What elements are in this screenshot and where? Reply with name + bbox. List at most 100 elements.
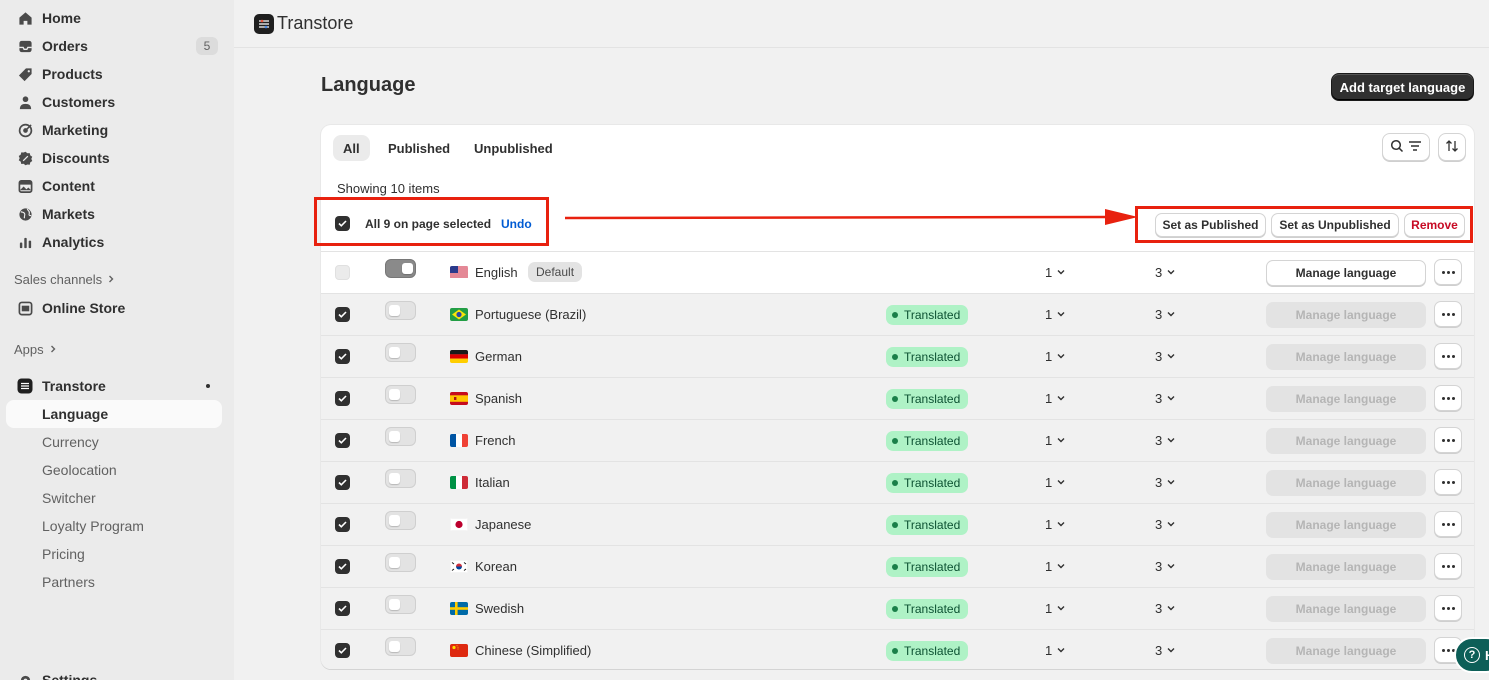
column-2-dropdown[interactable]: 3 bbox=[1155, 265, 1176, 280]
publish-toggle[interactable] bbox=[385, 511, 416, 530]
nav-customers[interactable]: Customers bbox=[6, 88, 222, 116]
showing-count: Showing 10 items bbox=[337, 181, 440, 196]
column-1-dropdown[interactable]: 1 bbox=[1045, 349, 1066, 364]
sort-button[interactable] bbox=[1438, 133, 1466, 161]
nav-online-store[interactable]: Online Store bbox=[6, 294, 222, 322]
nav-marketing[interactable]: Marketing bbox=[6, 116, 222, 144]
inbox-icon bbox=[16, 37, 34, 55]
column-1-dropdown[interactable]: 1 bbox=[1045, 517, 1066, 532]
more-actions-button[interactable] bbox=[1434, 343, 1462, 369]
table-row-spanish: Spanish Translated 1 3 Manage language bbox=[321, 377, 1474, 419]
column-2-dropdown[interactable]: 3 bbox=[1155, 517, 1176, 532]
more-actions-button[interactable] bbox=[1434, 427, 1462, 453]
target-icon bbox=[16, 121, 34, 139]
publish-toggle[interactable] bbox=[385, 553, 416, 572]
column-2-dropdown[interactable]: 3 bbox=[1155, 559, 1176, 574]
publish-toggle[interactable] bbox=[385, 385, 416, 404]
translated-badge: Translated bbox=[886, 515, 969, 535]
nav-label: Products bbox=[42, 66, 103, 82]
column-1-dropdown[interactable]: 1 bbox=[1045, 475, 1066, 490]
publish-toggle[interactable] bbox=[385, 427, 416, 446]
sub-nav-pricing[interactable]: Pricing bbox=[6, 540, 222, 568]
more-actions-button[interactable] bbox=[1434, 469, 1462, 495]
row-checkbox[interactable] bbox=[335, 349, 350, 364]
nav-content[interactable]: Content bbox=[6, 172, 222, 200]
publish-toggle[interactable] bbox=[385, 595, 416, 614]
table-row-chinese-simplified: Chinese (Simplified) Translated 1 3 Mana… bbox=[321, 629, 1474, 669]
help-chat-button[interactable]: ? H bbox=[1454, 637, 1489, 673]
more-actions-button[interactable] bbox=[1434, 553, 1462, 579]
nav-home[interactable]: Home bbox=[6, 4, 222, 32]
apps-section[interactable]: Apps bbox=[14, 342, 58, 357]
dropdown-value: 3 bbox=[1155, 559, 1163, 574]
tab-all[interactable]: All bbox=[333, 135, 370, 161]
publish-toggle[interactable] bbox=[385, 637, 416, 656]
nav-app-transtore[interactable]: Transtore bbox=[6, 372, 222, 400]
chevron-down-icon bbox=[1056, 349, 1066, 364]
more-actions-button[interactable] bbox=[1434, 259, 1462, 285]
row-checkbox[interactable] bbox=[335, 643, 350, 658]
sub-nav-currency[interactable]: Currency bbox=[6, 428, 222, 456]
tab-unpublished[interactable]: Unpublished bbox=[464, 135, 563, 161]
manage-language-button: Manage language bbox=[1266, 638, 1426, 664]
column-2-dropdown[interactable]: 3 bbox=[1155, 349, 1176, 364]
dropdown-value: 3 bbox=[1155, 307, 1163, 322]
row-checkbox[interactable] bbox=[335, 307, 350, 322]
column-2-dropdown[interactable]: 3 bbox=[1155, 307, 1176, 322]
column-2-dropdown[interactable]: 3 bbox=[1155, 475, 1176, 490]
tab-published[interactable]: Published bbox=[378, 135, 460, 161]
column-1-dropdown[interactable]: 1 bbox=[1045, 601, 1066, 616]
row-checkbox[interactable] bbox=[335, 475, 350, 490]
more-actions-button[interactable] bbox=[1434, 301, 1462, 327]
chevron-down-icon bbox=[1056, 601, 1066, 616]
column-1-dropdown[interactable]: 1 bbox=[1045, 643, 1066, 658]
nav-discounts[interactable]: Discounts bbox=[6, 144, 222, 172]
add-target-language-button[interactable]: Add target language bbox=[1331, 73, 1474, 101]
table-row-french: French Translated 1 3 Manage language bbox=[321, 419, 1474, 461]
column-2-dropdown[interactable]: 3 bbox=[1155, 433, 1176, 448]
nav-analytics[interactable]: Analytics bbox=[6, 228, 222, 256]
annotation-box-selection bbox=[314, 197, 549, 246]
dropdown-value: 1 bbox=[1045, 559, 1053, 574]
more-actions-button[interactable] bbox=[1434, 511, 1462, 537]
row-checkbox[interactable] bbox=[335, 601, 350, 616]
row-checkbox[interactable] bbox=[335, 559, 350, 574]
nav-markets[interactable]: Markets bbox=[6, 200, 222, 228]
nav-products[interactable]: Products bbox=[6, 60, 222, 88]
publish-toggle[interactable] bbox=[385, 301, 416, 320]
more-actions-button[interactable] bbox=[1434, 595, 1462, 621]
publish-toggle[interactable] bbox=[385, 259, 416, 278]
column-2-dropdown[interactable]: 3 bbox=[1155, 643, 1176, 658]
dropdown-value: 3 bbox=[1155, 391, 1163, 406]
more-actions-button[interactable] bbox=[1434, 385, 1462, 411]
translated-badge: Translated bbox=[886, 347, 969, 367]
sub-nav-switcher[interactable]: Switcher bbox=[6, 484, 222, 512]
column-1-dropdown[interactable]: 1 bbox=[1045, 265, 1066, 280]
column-1-dropdown[interactable]: 1 bbox=[1045, 307, 1066, 322]
manage-language-button[interactable]: Manage language bbox=[1266, 260, 1426, 286]
row-checkbox[interactable] bbox=[335, 517, 350, 532]
chevron-down-icon bbox=[1166, 391, 1176, 406]
chevron-down-icon bbox=[1166, 433, 1176, 448]
nav-settings[interactable]: Settings bbox=[6, 666, 222, 680]
row-checkbox[interactable] bbox=[335, 433, 350, 448]
column-1-dropdown[interactable]: 1 bbox=[1045, 559, 1066, 574]
row-checkbox[interactable] bbox=[335, 391, 350, 406]
column-1-dropdown[interactable]: 1 bbox=[1045, 433, 1066, 448]
sub-nav-partners[interactable]: Partners bbox=[6, 568, 222, 596]
column-2-dropdown[interactable]: 3 bbox=[1155, 391, 1176, 406]
column-2-dropdown[interactable]: 3 bbox=[1155, 601, 1176, 616]
dropdown-value: 3 bbox=[1155, 433, 1163, 448]
manage-language-button: Manage language bbox=[1266, 512, 1426, 538]
sub-nav-geolocation[interactable]: Geolocation bbox=[6, 456, 222, 484]
sub-nav-language[interactable]: Language bbox=[6, 400, 222, 428]
search-filter-button[interactable] bbox=[1382, 133, 1430, 161]
publish-toggle[interactable] bbox=[385, 469, 416, 488]
sub-nav-loyalty-program[interactable]: Loyalty Program bbox=[6, 512, 222, 540]
chevron-down-icon bbox=[1056, 643, 1066, 658]
transtore-app-icon bbox=[16, 377, 34, 395]
column-1-dropdown[interactable]: 1 bbox=[1045, 391, 1066, 406]
publish-toggle[interactable] bbox=[385, 343, 416, 362]
sales-channels-section[interactable]: Sales channels bbox=[14, 272, 116, 287]
nav-orders[interactable]: Orders 5 bbox=[6, 32, 222, 60]
